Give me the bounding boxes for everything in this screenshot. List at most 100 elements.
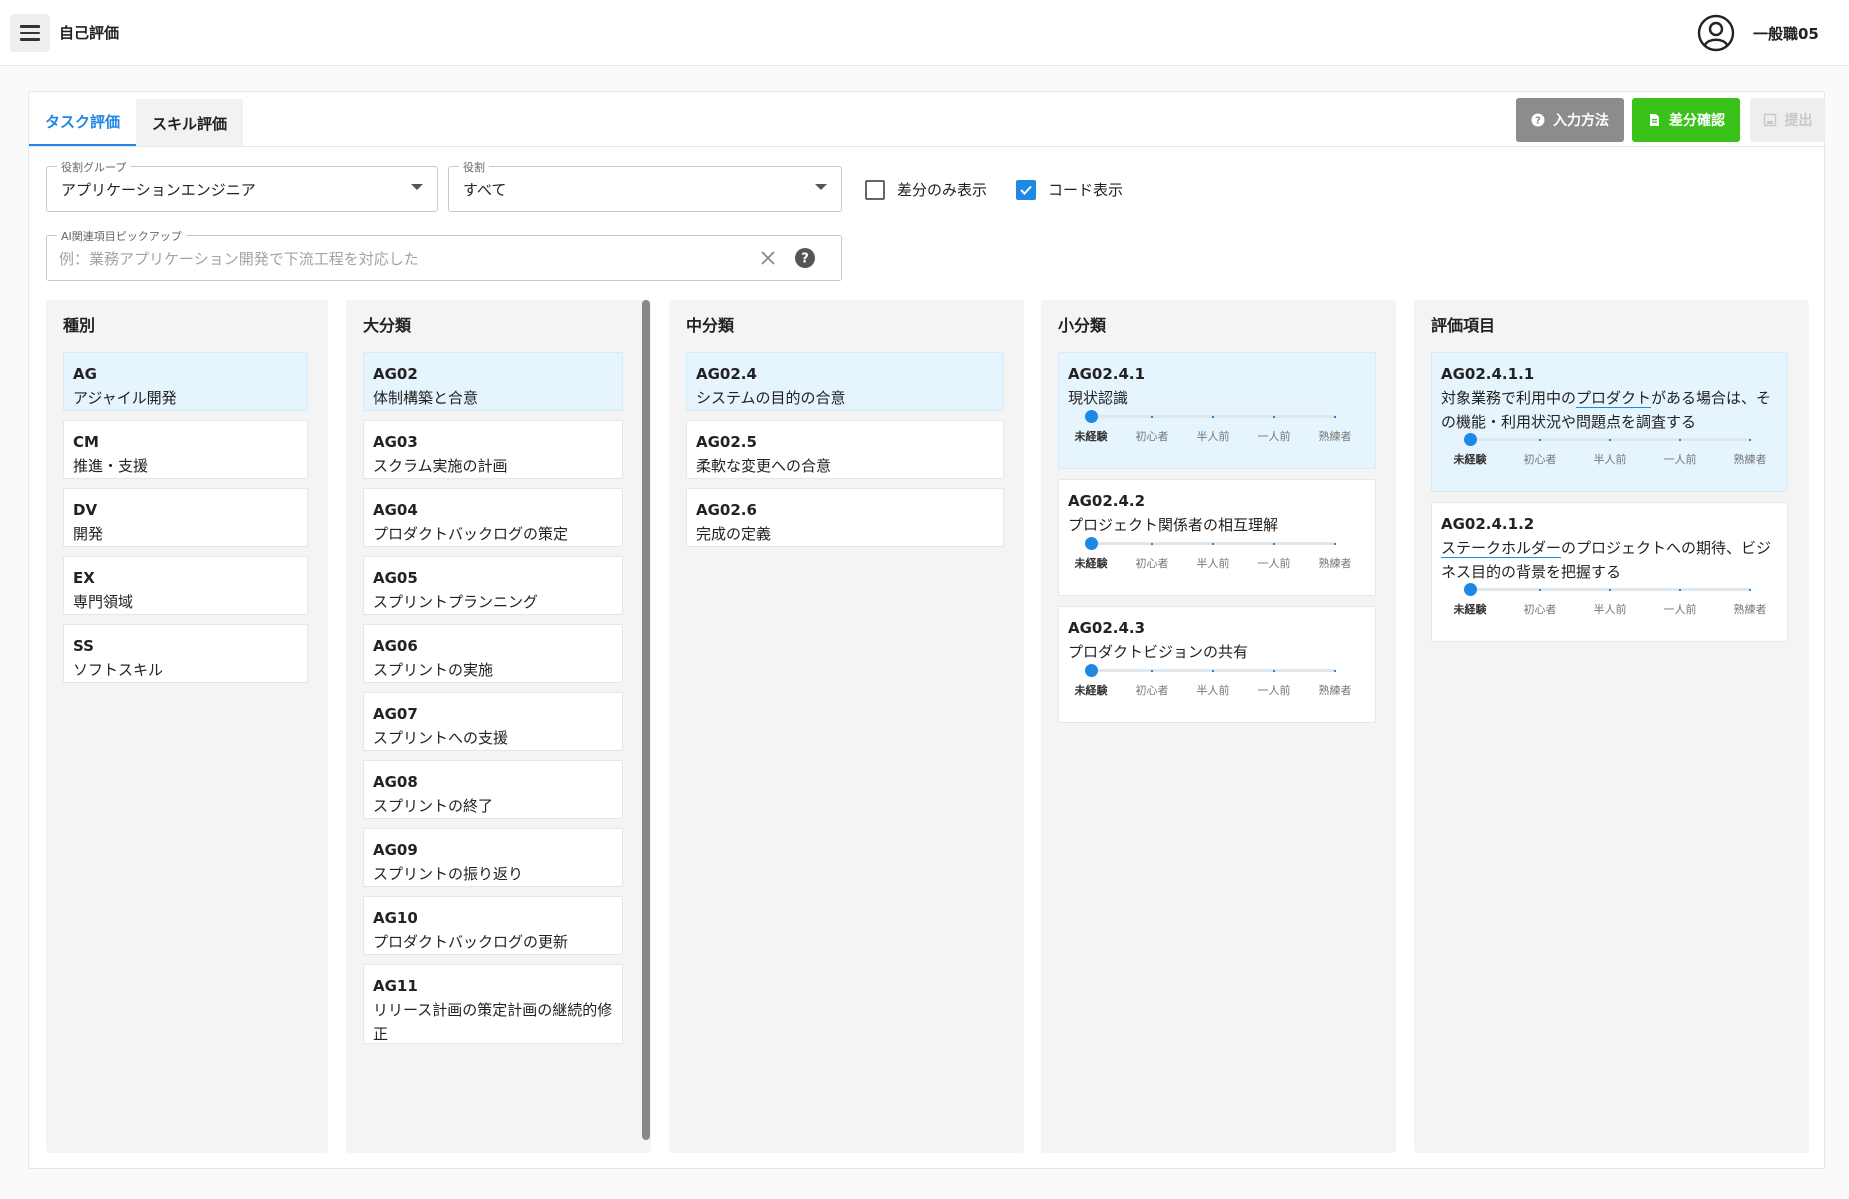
item-code: AG06 bbox=[373, 637, 418, 655]
svg-text:?: ? bbox=[801, 252, 809, 267]
item-name: 対象業務で利用中のプロダクトがある場合は、その機能・利用状況や問題点を調査する bbox=[1441, 386, 1778, 434]
level-label: 未経験 bbox=[1074, 557, 1108, 570]
middle-item-ag02-6[interactable]: AG02.6 完成の定義 bbox=[686, 488, 1004, 547]
item-name: 体制構築と合意 bbox=[373, 389, 479, 407]
level-label: 半人前 bbox=[1593, 603, 1627, 616]
major-item-ag08[interactable]: AG08 スプリントの終了 bbox=[363, 760, 623, 819]
column-title: 大分類 bbox=[363, 316, 412, 335]
item-code: AG02.4.2 bbox=[1068, 492, 1146, 510]
category-item-dv[interactable]: DV 開発 bbox=[63, 488, 308, 547]
category-item-ss[interactable]: SS ソフトスキル bbox=[63, 624, 308, 683]
input-method-button[interactable]: ? 入力方法 bbox=[1516, 98, 1624, 142]
level-label: 熟練者 bbox=[1318, 557, 1352, 570]
category-item-ag[interactable]: AG アジャイル開発 bbox=[63, 352, 308, 411]
app-bar: 自己評価 一般職05 bbox=[0, 0, 1849, 66]
chevron-down-icon bbox=[815, 184, 827, 190]
help-icon[interactable]: ? bbox=[794, 247, 816, 269]
slider-tick bbox=[1334, 415, 1336, 418]
diff-only-checkbox[interactable]: 差分のみ表示 bbox=[865, 179, 987, 200]
tab-skill-evaluation[interactable]: スキル評価 bbox=[136, 99, 244, 147]
level-label: 熟練者 bbox=[1318, 430, 1352, 443]
document-icon bbox=[1650, 114, 1659, 126]
item-name: スプリントの終了 bbox=[373, 797, 494, 815]
item-code: AG bbox=[73, 365, 97, 383]
user-name[interactable]: 一般職05 bbox=[1753, 23, 1819, 44]
checkbox-unchecked-icon bbox=[865, 179, 885, 200]
item-name: リリース計画の策定計画の継続的修正 bbox=[373, 1001, 613, 1043]
item-name: 推進・支援 bbox=[73, 457, 149, 475]
code-display-label: コード表示 bbox=[1048, 181, 1124, 199]
major-item-ag06[interactable]: AG06 スプリントの実施 bbox=[363, 624, 623, 683]
slider-thumb[interactable] bbox=[1084, 664, 1098, 677]
middle-list: AG02.4 システムの目的の合意 AG02.5 柔軟な変更への合意 AG02.6 完成の… bbox=[686, 352, 1004, 556]
major-item-ag07[interactable]: AG07 スプリントへの支援 bbox=[363, 692, 623, 751]
slider-thumb[interactable] bbox=[1463, 433, 1477, 446]
item-name: ソフトスキル bbox=[73, 661, 164, 679]
eval-item-ag02-4-1-1[interactable]: AG02.4.1.1 対象業務で利用中のプロダクトがある場合は、その機能・利用状況… bbox=[1431, 352, 1788, 492]
item-code: AG02.5 bbox=[696, 433, 757, 451]
level-label: 熟練者 bbox=[1318, 684, 1352, 697]
minor-item-ag02-4-2[interactable]: AG02.4.2 プロジェクト関係者の相互理解 未経験 初心者 半人前 一人前 熟練者 bbox=[1058, 479, 1376, 596]
major-item-ag03[interactable]: AG03 スクラム実施の計画 bbox=[363, 420, 623, 479]
column-category: 種別 AG アジャイル開発 CM 推進・支援 DV 開発 EX 専門領域 SS ソフトスキル bbox=[46, 300, 328, 1153]
minor-item-ag02-4-1[interactable]: AG02.4.1 現状認識 未経験 初心者 半人前 一人前 熟練者 bbox=[1058, 352, 1376, 469]
major-item-ag02[interactable]: AG02 体制構築と合意 bbox=[363, 352, 623, 411]
middle-item-ag02-5[interactable]: AG02.5 柔軟な変更への合意 bbox=[686, 420, 1004, 479]
item-code: AG07 bbox=[373, 705, 418, 723]
item-code: AG02 bbox=[373, 365, 418, 383]
ai-pickup-input[interactable]: AI関連項目ピックアップ 例：業務アプリケーション開発で下流工程を対応した ? bbox=[46, 228, 842, 281]
menu-icon[interactable] bbox=[10, 14, 50, 52]
item-name: スクラム実施の計画 bbox=[373, 457, 508, 475]
level-label: 初心者 bbox=[1523, 453, 1557, 466]
submit-button[interactable]: 提出 bbox=[1750, 98, 1825, 142]
major-item-ag05[interactable]: AG05 スプリントプランニング bbox=[363, 556, 623, 615]
column-major: 大分類 AG02 体制構築と合意 AG03 スクラム実施の計画 AG04 プロダクトバック… bbox=[346, 300, 651, 1153]
slider-thumb[interactable] bbox=[1463, 583, 1477, 596]
slider-tick bbox=[1679, 588, 1681, 591]
slider-thumb[interactable] bbox=[1084, 537, 1098, 550]
scrollbar[interactable] bbox=[642, 300, 650, 1140]
item-code: DV bbox=[73, 501, 98, 519]
level-label: 未経験 bbox=[1453, 453, 1487, 466]
slider-thumb[interactable] bbox=[1084, 410, 1098, 423]
role-select[interactable]: 役割 すべて bbox=[448, 159, 842, 212]
input-method-label: 入力方法 bbox=[1553, 113, 1609, 129]
item-code: AG02.4.3 bbox=[1068, 619, 1146, 637]
level-label: 一人前 bbox=[1257, 557, 1291, 570]
slider-tick bbox=[1273, 542, 1275, 545]
item-code: AG02.4.1 bbox=[1068, 365, 1146, 383]
eval-item-ag02-4-1-2[interactable]: AG02.4.1.2 ステークホルダーのプロジェクトへの期待、ビジネス目的の背景を… bbox=[1431, 502, 1788, 642]
slider-tick bbox=[1679, 438, 1681, 441]
item-name: 開発 bbox=[73, 525, 104, 543]
level-label: 初心者 bbox=[1135, 430, 1169, 443]
role-group-select[interactable]: 役割グループ アプリケーションエンジニア bbox=[46, 159, 438, 212]
slider-tick bbox=[1749, 588, 1751, 591]
diff-check-button[interactable]: 差分確認 bbox=[1632, 98, 1740, 142]
close-icon[interactable] bbox=[757, 247, 779, 269]
glossary-link[interactable]: プロダクト bbox=[1576, 389, 1651, 407]
code-display-checkbox[interactable]: コード表示 bbox=[1016, 179, 1123, 200]
diff-only-label: 差分のみ表示 bbox=[897, 181, 988, 199]
level-label: 半人前 bbox=[1196, 557, 1230, 570]
slider-tick bbox=[1539, 438, 1541, 441]
account-icon[interactable] bbox=[1697, 14, 1735, 52]
item-code: SS bbox=[73, 637, 94, 655]
middle-item-ag02-4[interactable]: AG02.4 システムの目的の合意 bbox=[686, 352, 1004, 411]
major-item-ag11[interactable]: AG11 リリース計画の策定計画の継続的修正 bbox=[363, 964, 623, 1044]
category-item-ex[interactable]: EX 専門領域 bbox=[63, 556, 308, 615]
role-label: 役割 bbox=[459, 159, 489, 175]
major-item-ag04[interactable]: AG04 プロダクトバックログの策定 bbox=[363, 488, 623, 547]
category-item-cm[interactable]: CM 推進・支援 bbox=[63, 420, 308, 479]
level-label: 熟練者 bbox=[1733, 453, 1767, 466]
item-name: スプリントの振り返り bbox=[373, 865, 524, 883]
minor-item-ag02-4-3[interactable]: AG02.4.3 プロダクトビジョンの共有 未経験 初心者 半人前 一人前 熟練者 bbox=[1058, 606, 1376, 723]
tab-task-evaluation[interactable]: タスク評価 bbox=[29, 99, 137, 147]
level-label: 半人前 bbox=[1593, 453, 1627, 466]
item-code: AG02.4.1.1 bbox=[1441, 365, 1535, 383]
evaluation-list: AG02.4.1.1 対象業務で利用中のプロダクトがある場合は、その機能・利用状況… bbox=[1431, 352, 1788, 652]
major-item-ag10[interactable]: AG10 プロダクトバックログの更新 bbox=[363, 896, 623, 955]
level-label: 初心者 bbox=[1523, 603, 1557, 616]
slider-tick bbox=[1212, 669, 1214, 672]
glossary-link[interactable]: ステークホルダー bbox=[1441, 539, 1561, 557]
major-item-ag09[interactable]: AG09 スプリントの振り返り bbox=[363, 828, 623, 887]
